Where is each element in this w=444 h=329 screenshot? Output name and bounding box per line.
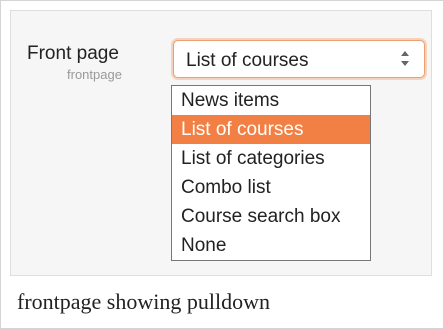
chevron-up-icon: [401, 51, 409, 56]
selected-value: List of courses: [186, 50, 309, 71]
front-page-label: Front page: [27, 43, 119, 64]
option-course-search-box[interactable]: Course search box: [172, 202, 370, 231]
screenshot-frame: Front page frontpage List of courses New…: [0, 0, 444, 329]
option-list-of-courses[interactable]: List of courses: [172, 115, 370, 144]
option-combo-list[interactable]: Combo list: [172, 173, 370, 202]
chevron-down-icon: [401, 61, 409, 66]
image-caption: frontpage showing pulldown: [17, 289, 270, 314]
option-news-items[interactable]: News items: [172, 86, 370, 115]
option-list-of-categories[interactable]: List of categories: [172, 144, 370, 173]
option-none[interactable]: None: [172, 231, 370, 260]
front-page-select[interactable]: List of courses: [173, 40, 425, 78]
select-arrows-icon: [400, 49, 410, 69]
front-page-sublabel: frontpage: [67, 67, 122, 82]
front-page-dropdown[interactable]: News items List of courses List of categ…: [171, 85, 371, 261]
